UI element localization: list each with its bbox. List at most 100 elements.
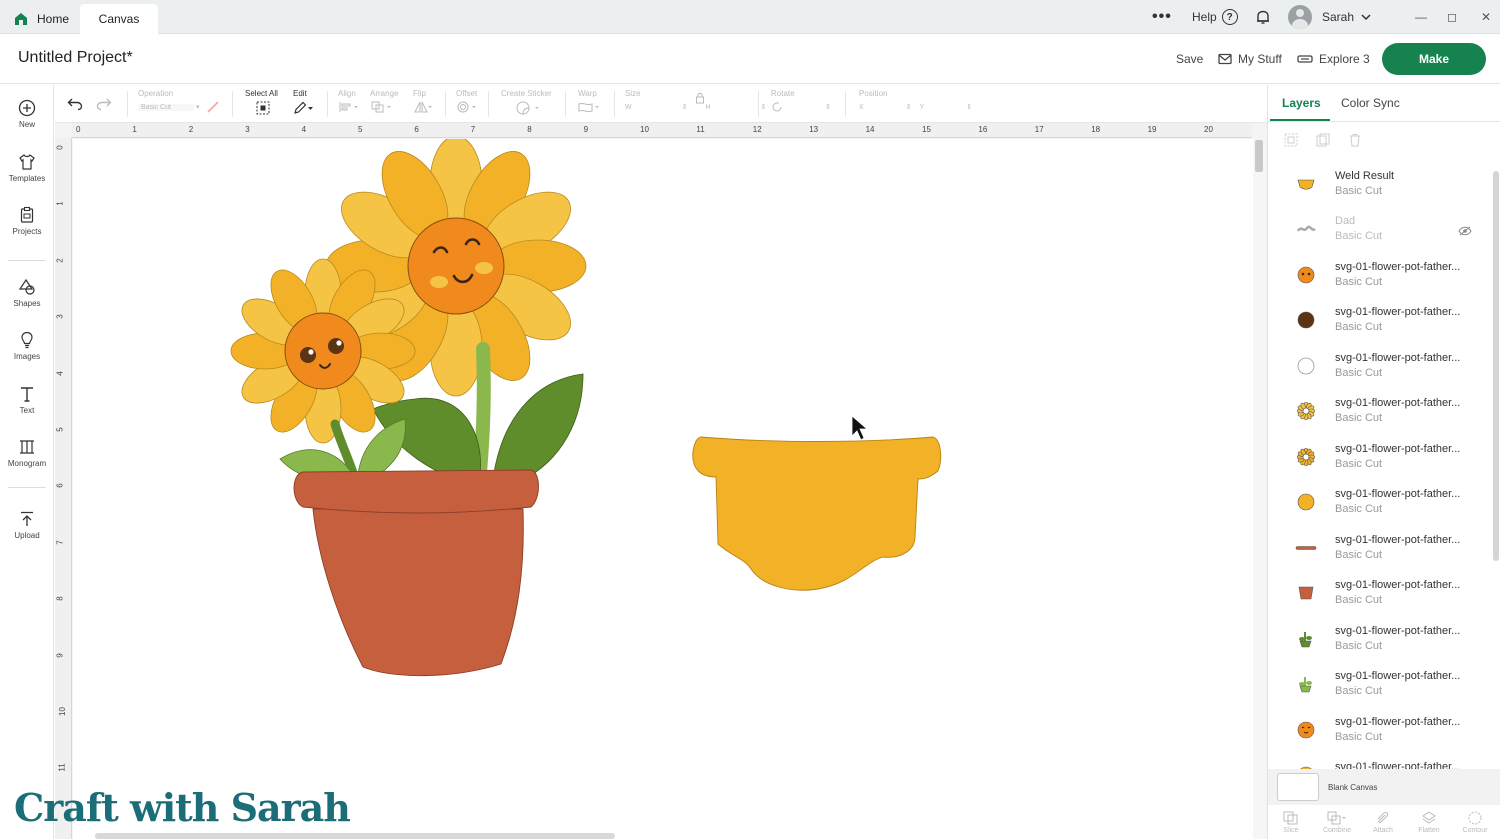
project-title[interactable]: Untitled Project* — [18, 49, 133, 67]
design-canvas[interactable]: 0 1 2 3 4 5 6 7 8 9 10 11 12 13 14 15 16 17 18 19 20 0123456… — [55, 123, 1267, 839]
toolbar-divider — [565, 91, 566, 117]
make-button[interactable]: Make — [1382, 43, 1486, 75]
offset-group[interactable]: Offset — [456, 89, 480, 115]
stepper-icon[interactable]: ⇕ — [761, 103, 767, 111]
layer-name: svg-01-flower-pot-father... — [1335, 670, 1461, 683]
layer-operation: Basic Cut — [1335, 594, 1383, 607]
sidebar-item-monogram[interactable]: Monogram — [0, 438, 54, 468]
height-input[interactable] — [719, 102, 759, 112]
rotate-input[interactable] — [789, 102, 823, 112]
undo-icon — [67, 98, 83, 111]
layer-item[interactable]: svg-01-flower-pot-father...Basic Cut — [1280, 525, 1490, 571]
layer-item[interactable]: Weld Result Basic Cut — [1280, 161, 1490, 207]
tab-canvas[interactable]: Canvas — [80, 4, 158, 34]
circle-yellow-thumbnail — [1292, 493, 1320, 511]
layer-item[interactable]: svg-01-flower-pot-father...Basic Cut — [1280, 343, 1490, 389]
duplicate-icon[interactable] — [1316, 133, 1330, 147]
layer-item[interactable]: svg-01-flower-pot-father...Basic Cut — [1280, 753, 1490, 769]
monogram-icon — [20, 440, 34, 454]
leaf-dark-right[interactable] — [492, 373, 584, 485]
left-sidebar: New Templates Projects Shapes Images Tex… — [0, 85, 54, 839]
combine-button[interactable]: Combine — [1314, 807, 1360, 839]
layer-item[interactable]: svg-01-flower-pot-father...Basic Cut — [1280, 434, 1490, 480]
machine-selector[interactable]: Explore 3 — [1297, 52, 1370, 66]
close-button[interactable]: ✕ — [1481, 0, 1491, 34]
stepper-icon[interactable]: ⇕ — [682, 103, 688, 111]
edit-group[interactable]: Edit — [293, 89, 315, 117]
sidebar-item-upload[interactable]: Upload — [0, 510, 54, 540]
ruler-tick-label: 16 — [978, 125, 988, 134]
layer-item[interactable]: svg-01-flower-pot-father...Basic Cut — [1280, 616, 1490, 662]
select-all-group[interactable]: Select All — [245, 89, 278, 117]
layers-scrollbar[interactable] — [1492, 161, 1500, 769]
tab-color-sync[interactable]: Color Sync — [1341, 96, 1400, 110]
warp-group[interactable]: Warp — [578, 89, 602, 115]
canvas-horizontal-scrollbar[interactable] — [95, 833, 615, 839]
layer-text: svg-01-flower-pot-father... Basic Cut — [1335, 533, 1460, 563]
layer-name: Weld Result — [1335, 169, 1395, 182]
trash-icon[interactable] — [1348, 133, 1362, 147]
layer-item[interactable]: svg-01-flower-pot-father...Basic Cut — [1280, 252, 1490, 298]
layer-item[interactable]: svg-01-flower-pot-father...Basic Cut — [1280, 662, 1490, 708]
sidebar-item-projects[interactable]: Projects — [0, 206, 54, 236]
restore-button[interactable]: ◻ — [1447, 0, 1457, 34]
scrollbar-thumb[interactable] — [1255, 140, 1263, 172]
tab-canvas-label: Canvas — [98, 12, 140, 26]
more-menu-button[interactable]: ••• — [1152, 0, 1172, 34]
y-input[interactable] — [930, 102, 964, 112]
ruler-tick-label: 8 — [527, 125, 532, 134]
layer-item[interactable]: svg-01-flower-pot-father...Basic Cut — [1280, 480, 1490, 526]
user-menu[interactable]: Sarah — [1288, 0, 1372, 34]
canvas-vertical-scrollbar[interactable] — [1253, 138, 1265, 839]
layer-item[interactable]: svg-01-flower-pot-father...Basic Cut — [1280, 389, 1490, 435]
save-label: Save — [1176, 52, 1204, 66]
envelope-icon — [1218, 53, 1232, 65]
create-sticker-group[interactable]: Create Sticker — [501, 89, 555, 117]
sidebar-item-shapes[interactable]: Shapes — [0, 278, 54, 308]
group-icon[interactable] — [1284, 133, 1298, 147]
question-icon: ? — [1221, 9, 1238, 25]
tab-home[interactable]: Home — [10, 4, 78, 34]
width-input[interactable] — [640, 102, 680, 112]
stepper-icon[interactable]: ⇕ — [966, 103, 972, 111]
slice-icon — [1283, 811, 1298, 825]
flatten-button[interactable]: Flatten — [1406, 807, 1452, 839]
help-button[interactable]: Help ? — [1192, 0, 1238, 34]
stepper-icon[interactable]: ⇕ — [906, 103, 912, 111]
layer-item[interactable]: svg-01-flower-pot-father...Basic Cut — [1280, 707, 1490, 753]
sidebar-item-text[interactable]: Text — [0, 385, 54, 415]
undo-button[interactable] — [67, 97, 83, 115]
edit-label: Edit — [293, 89, 307, 98]
canvas-mat[interactable] — [73, 139, 1253, 839]
layer-item[interactable]: svg-01-flower-pot-father...Basic Cut — [1280, 571, 1490, 617]
lock-icon[interactable] — [695, 92, 705, 104]
blank-canvas-row[interactable]: Blank Canvas — [1268, 769, 1500, 805]
sidebar-item-templates[interactable]: Templates — [0, 153, 54, 183]
eye-hidden-icon[interactable] — [1458, 223, 1472, 241]
layer-item[interactable]: svg-01-flower-pot-father...Basic Cut — [1280, 298, 1490, 344]
arrange-group[interactable]: Arrange — [370, 89, 398, 115]
pot-rim[interactable] — [293, 469, 539, 514]
my-stuff-button[interactable]: My Stuff — [1218, 52, 1282, 66]
x-input[interactable] — [870, 102, 904, 112]
slice-button[interactable]: Slice — [1268, 807, 1314, 839]
flower-pot[interactable] — [312, 508, 524, 677]
layer-item[interactable]: Dad Basic Cut — [1280, 207, 1490, 253]
align-group[interactable]: Align — [338, 89, 360, 115]
weld-result-shape[interactable] — [692, 436, 942, 591]
sidebar-item-new[interactable]: New — [0, 99, 54, 129]
redo-button[interactable] — [96, 97, 112, 115]
flip-group[interactable]: Flip — [413, 89, 433, 115]
save-button[interactable]: Save — [1176, 52, 1203, 66]
tab-layers[interactable]: Layers — [1282, 96, 1321, 110]
operation-select[interactable]: Basic Cut ▾ — [138, 101, 220, 113]
contour-button[interactable]: Contour — [1452, 807, 1498, 839]
notifications-button[interactable] — [1255, 0, 1271, 34]
sidebar-item-images[interactable]: Images — [0, 331, 54, 361]
scrollbar-thumb[interactable] — [1493, 171, 1499, 561]
stepper-icon[interactable]: ⇕ — [825, 103, 831, 111]
attach-button[interactable]: Attach — [1360, 807, 1406, 839]
sidebar-item-label: Text — [19, 406, 35, 415]
minimize-button[interactable]: — — [1415, 0, 1427, 34]
operation-group: Operation Basic Cut ▾ — [138, 89, 220, 113]
